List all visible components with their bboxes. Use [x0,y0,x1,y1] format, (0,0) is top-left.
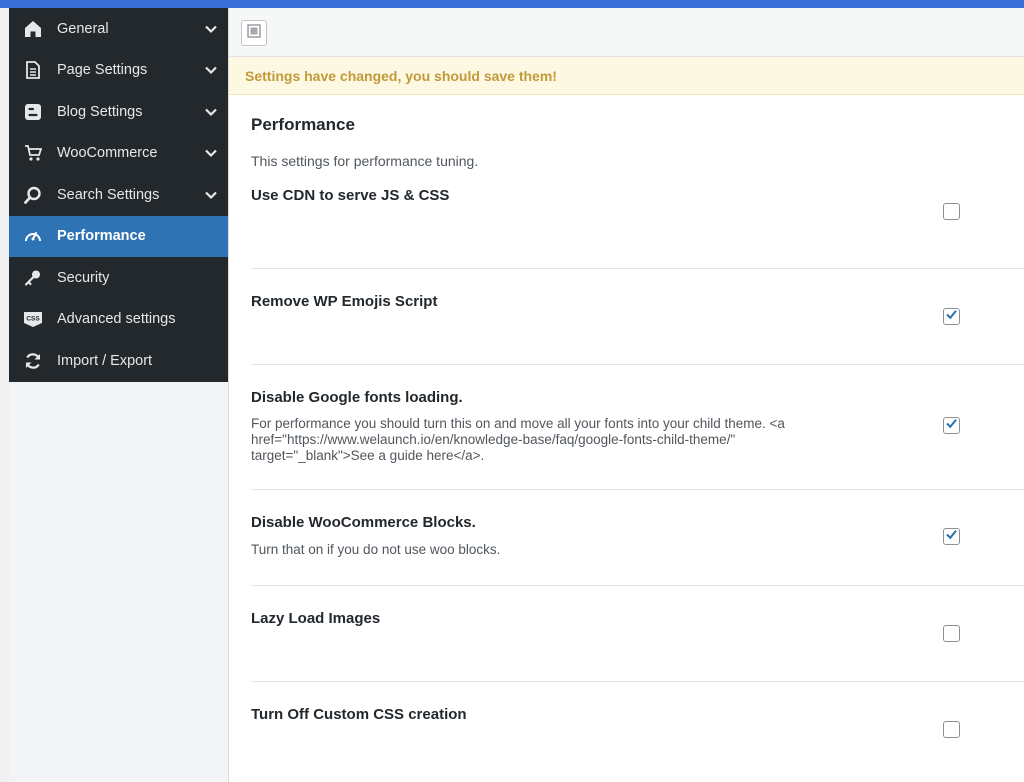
sidebar-item-label: Import / Export [57,352,153,369]
chevron-down-icon [204,188,218,202]
google-fonts-checkbox[interactable] [943,417,960,434]
unsaved-changes-notice: Settings have changed, you should save t… [229,57,1024,95]
setting-title: Disable Google fonts loading. [251,389,463,406]
setting-row-emojis: Remove WP Emojis Script [251,269,1024,365]
checkmark-icon [945,528,958,546]
sidebar-item-label: Search Settings [57,186,160,203]
sidebar-item-label: WooCommerce [57,145,158,162]
sidebar-item-performance[interactable]: Performance [9,215,228,257]
setting-row-woo-blocks: Disable WooCommerce Blocks. Turn that on… [251,490,1024,586]
setting-title: Turn Off Custom CSS creation [251,706,467,723]
sidebar-item-general[interactable]: General [9,8,228,50]
search-icon [23,185,43,205]
section-description: This settings for performance tuning. [251,153,479,169]
settings-panel: Settings have changed, you should save t… [228,8,1024,782]
setting-title: Lazy Load Images [251,610,381,627]
home-icon [23,19,43,39]
sidebar-item-label: Blog Settings [57,103,143,120]
expand-icon [247,23,261,43]
setting-title: Remove WP Emojis Script [251,293,438,310]
emojis-checkbox[interactable] [943,308,960,325]
setting-description: For performance you should turn this on … [251,416,785,463]
setting-title: Disable WooCommerce Blocks. [251,514,476,531]
performance-section: Performance This settings for performanc… [229,115,1024,772]
chevron-down-icon [204,146,218,160]
dashboard-gauge-icon [23,226,43,246]
sidebar-empty-area [9,382,228,782]
sidebar-item-label: Advanced settings [57,311,176,328]
blogger-icon [23,102,43,122]
panel-toolbar [229,8,1024,57]
sidebar-item-woocommerce[interactable]: WooCommerce [9,133,228,175]
chevron-down-icon [204,63,218,77]
setting-title: Use CDN to serve JS & CSS [251,187,450,204]
sidebar-item-security[interactable]: Security [9,257,228,299]
setting-row-custom-css: Turn Off Custom CSS creation [251,682,1024,772]
expand-toggle-button[interactable] [241,20,267,46]
custom-css-checkbox[interactable] [943,721,960,738]
setting-row-lazy-load: Lazy Load Images [251,586,1024,682]
cart-icon [23,143,43,163]
sidebar-item-label: Page Settings [57,62,148,79]
sidebar-item-import-export[interactable]: Import / Export [9,340,228,382]
page-icon [23,60,43,80]
checkmark-icon [945,417,958,435]
section-title: Performance [251,115,355,134]
sidebar-item-search-settings[interactable]: Search Settings [9,174,228,216]
svg-text:CSS: CSS [26,316,40,323]
chevron-down-icon [204,22,218,36]
refresh-icon [23,351,43,371]
setting-row-google-fonts: Disable Google fonts loading. For perfor… [251,365,1024,490]
key-icon [23,268,43,288]
admin-top-bar [0,0,1024,8]
sidebar-item-advanced-settings[interactable]: CSS Advanced settings [9,299,228,341]
css-icon: CSS [23,309,43,329]
woo-blocks-checkbox[interactable] [943,528,960,545]
checkmark-icon [945,308,958,326]
settings-sidebar: General Page Settings Blog Settings WooC… [9,8,228,382]
sidebar-item-label: General [57,20,109,37]
sidebar-item-label: Performance [57,228,146,245]
sidebar-item-blog-settings[interactable]: Blog Settings [9,91,228,133]
chevron-down-icon [204,105,218,119]
setting-row-cdn: Use CDN to serve JS & CSS [251,187,1024,269]
sidebar-item-page-settings[interactable]: Page Settings [9,50,228,92]
setting-description: Turn that on if you do not use woo block… [251,542,501,557]
sidebar-item-label: Security [57,269,110,286]
cdn-checkbox[interactable] [943,203,960,220]
lazy-load-checkbox[interactable] [943,625,960,642]
